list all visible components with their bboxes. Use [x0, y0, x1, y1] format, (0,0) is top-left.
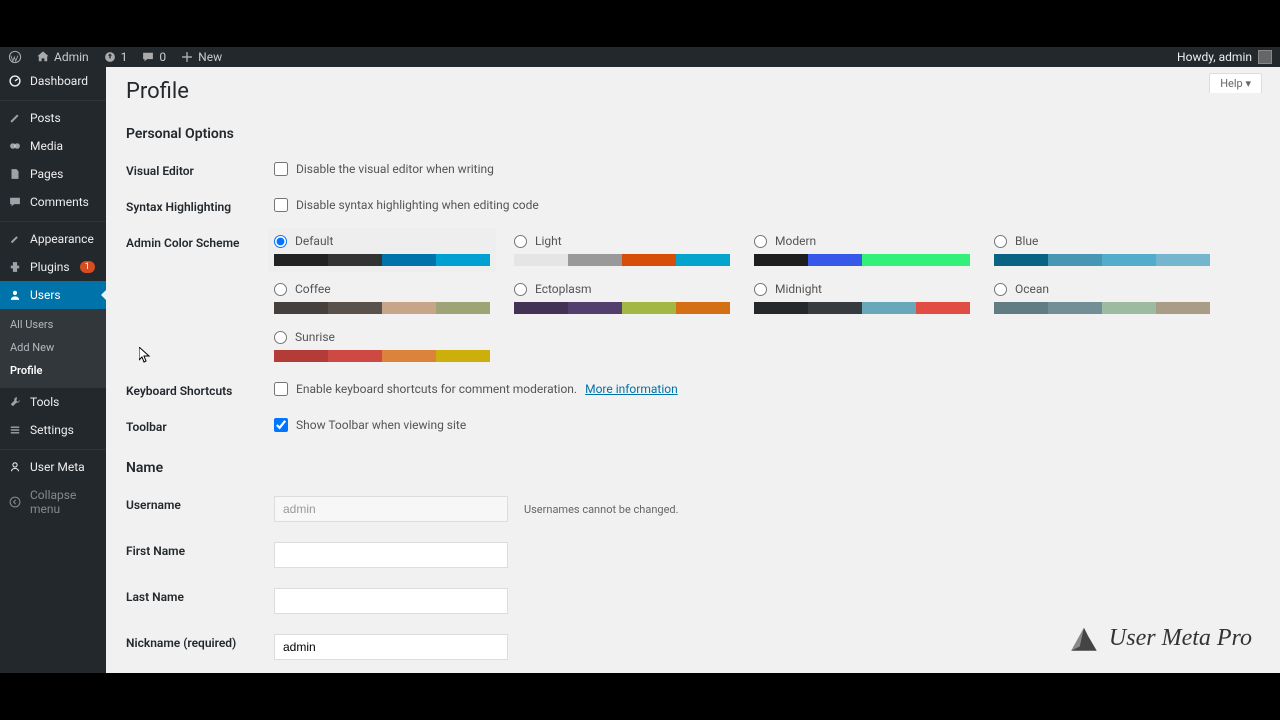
main-content: Help ▾ Profile Personal Options Visual E…	[106, 67, 1280, 673]
visual-editor-label: Visual Editor	[126, 162, 274, 178]
menu-tools[interactable]: Tools	[0, 388, 106, 416]
menu-plugins[interactable]: Plugins 1	[0, 253, 106, 281]
visual-editor-checkbox[interactable]	[274, 162, 288, 176]
help-tab[interactable]: Help ▾	[1209, 73, 1262, 93]
site-name: Admin	[54, 50, 89, 64]
comments-count: 0	[159, 50, 166, 64]
plugins-badge: 1	[80, 261, 95, 273]
color-swatches	[514, 254, 730, 266]
color-scheme-name: Blue	[1015, 234, 1038, 248]
collapse-menu[interactable]: Collapse menu	[0, 481, 106, 523]
username-desc: Usernames cannot be changed.	[524, 503, 679, 516]
color-scheme-radio[interactable]	[274, 235, 287, 248]
color-swatches	[754, 254, 970, 266]
updates-link[interactable]: 1	[103, 50, 128, 64]
nickname-input[interactable]	[274, 634, 508, 660]
color-schemes: Default Light Modern Blue Coffee Ectoplasm Mid…	[274, 234, 1234, 362]
firstname-input[interactable]	[274, 542, 508, 568]
menu-posts[interactable]: Posts	[0, 100, 106, 132]
syntax-checkbox[interactable]	[274, 198, 288, 212]
new-label: New	[198, 50, 222, 64]
color-scheme-option[interactable]: Blue	[994, 234, 1210, 266]
color-swatches	[994, 302, 1210, 314]
color-swatches	[754, 302, 970, 314]
nickname-label: Nickname (required)	[126, 634, 274, 650]
color-swatches	[994, 254, 1210, 266]
color-swatches	[274, 254, 490, 266]
menu-pages[interactable]: Pages	[0, 160, 106, 188]
updates-count: 1	[121, 50, 128, 64]
avatar[interactable]	[1258, 50, 1272, 64]
color-scheme-option[interactable]: Midnight	[754, 282, 970, 314]
toolbar-text: Show Toolbar when viewing site	[296, 418, 466, 432]
toolbar-label: Toolbar	[126, 418, 274, 434]
color-scheme-name: Ectoplasm	[535, 282, 592, 296]
comments-link[interactable]: 0	[141, 50, 166, 64]
color-scheme-name: Ocean	[1015, 282, 1049, 296]
color-scheme-option[interactable]: Ocean	[994, 282, 1210, 314]
color-scheme-radio[interactable]	[514, 283, 527, 296]
menu-comments[interactable]: Comments	[0, 188, 106, 216]
username-label: Username	[126, 496, 274, 512]
users-submenu: All Users Add New Profile	[0, 309, 106, 388]
lastname-input[interactable]	[274, 588, 508, 614]
color-scheme-option[interactable]: Default	[268, 228, 496, 272]
menu-user-meta[interactable]: User Meta	[0, 449, 106, 481]
section-name: Name	[126, 460, 1260, 476]
color-scheme-name: Modern	[775, 234, 816, 248]
color-scheme-radio[interactable]	[274, 283, 287, 296]
username-input	[274, 496, 508, 522]
color-swatches	[274, 350, 490, 362]
toolbar-checkbox[interactable]	[274, 418, 288, 432]
color-swatches	[274, 302, 490, 314]
syntax-label: Syntax Highlighting	[126, 198, 274, 214]
color-scheme-label: Admin Color Scheme	[126, 234, 274, 250]
color-scheme-radio[interactable]	[274, 331, 287, 344]
color-scheme-name: Default	[295, 234, 333, 248]
submenu-profile[interactable]: Profile	[0, 359, 106, 382]
menu-settings[interactable]: Settings	[0, 416, 106, 444]
keyboard-more-link[interactable]: More information	[585, 382, 678, 396]
admin-toolbar: Admin 1 0 New Howdy, admin	[0, 47, 1280, 67]
page-title: Profile	[126, 67, 1260, 110]
lastname-label: Last Name	[126, 588, 274, 604]
syntax-text: Disable syntax highlighting when editing…	[296, 198, 539, 212]
site-link[interactable]: Admin	[36, 50, 89, 64]
howdy-text[interactable]: Howdy, admin	[1177, 50, 1252, 64]
firstname-label: First Name	[126, 542, 274, 558]
submenu-all-users[interactable]: All Users	[0, 313, 106, 336]
color-scheme-radio[interactable]	[994, 235, 1007, 248]
color-scheme-option[interactable]: Ectoplasm	[514, 282, 730, 314]
color-scheme-name: Sunrise	[295, 330, 335, 344]
keyboard-checkbox[interactable]	[274, 382, 288, 396]
visual-editor-text: Disable the visual editor when writing	[296, 162, 494, 176]
color-scheme-option[interactable]: Light	[514, 234, 730, 266]
color-scheme-option[interactable]: Modern	[754, 234, 970, 266]
color-scheme-radio[interactable]	[754, 235, 767, 248]
wp-logo-icon[interactable]	[8, 50, 22, 64]
keyboard-text: Enable keyboard shortcuts for comment mo…	[296, 382, 577, 396]
color-scheme-name: Midnight	[775, 282, 822, 296]
menu-media[interactable]: Media	[0, 132, 106, 160]
menu-appearance[interactable]: Appearance	[0, 221, 106, 253]
color-scheme-name: Light	[535, 234, 562, 248]
color-scheme-option[interactable]: Sunrise	[274, 330, 490, 362]
color-scheme-option[interactable]: Coffee	[274, 282, 490, 314]
color-swatches	[514, 302, 730, 314]
new-link[interactable]: New	[180, 50, 222, 64]
watermark-logo: User Meta Pro	[1067, 621, 1252, 655]
section-personal-options: Personal Options	[126, 126, 1260, 142]
menu-users[interactable]: Users	[0, 281, 106, 309]
submenu-add-new[interactable]: Add New	[0, 336, 106, 359]
keyboard-label: Keyboard Shortcuts	[126, 382, 274, 398]
color-scheme-name: Coffee	[295, 282, 331, 296]
color-scheme-radio[interactable]	[754, 283, 767, 296]
menu-dashboard[interactable]: Dashboard	[0, 67, 106, 95]
color-scheme-radio[interactable]	[994, 283, 1007, 296]
color-scheme-radio[interactable]	[514, 235, 527, 248]
admin-sidebar: Dashboard Posts Media Pages Comments App…	[0, 67, 106, 673]
